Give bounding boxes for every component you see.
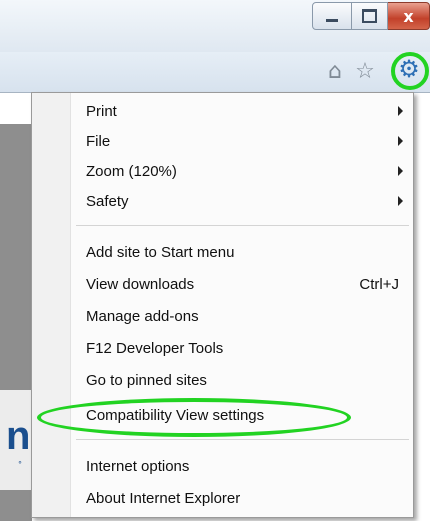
shortcut-label: Ctrl+J — [359, 275, 399, 293]
maximize-icon — [362, 9, 377, 23]
menu-icon-gutter — [32, 93, 71, 517]
menu-item-f12-developer-tools[interactable]: F12 Developer Tools — [72, 333, 413, 363]
menu-item-about-internet-explorer[interactable]: About Internet Explorer — [72, 483, 413, 513]
site-logo-tagline-fragment: ° — [18, 460, 22, 469]
menu-item-go-to-pinned-sites[interactable]: Go to pinned sites — [72, 365, 413, 395]
close-button[interactable]: x — [388, 2, 430, 30]
browser-toolbar: ⌂ ☆ ⚙ — [0, 52, 430, 93]
maximize-button[interactable] — [352, 2, 388, 30]
menu-item-file[interactable]: File — [72, 126, 413, 156]
site-logo-fragment: n — [6, 414, 31, 458]
menu-separator — [76, 439, 409, 440]
home-icon[interactable]: ⌂ — [322, 58, 348, 84]
minimize-button[interactable] — [312, 2, 352, 30]
menu-item-manage-add-ons[interactable]: Manage add-ons — [72, 301, 413, 331]
menu-item-internet-options[interactable]: Internet options — [72, 451, 413, 481]
tools-menu: Print File Zoom (120%) Safety Add site t… — [31, 92, 414, 518]
star-icon[interactable]: ☆ — [352, 58, 378, 84]
menu-item-zoom[interactable]: Zoom (120%) — [72, 156, 413, 186]
menu-separator — [76, 225, 409, 226]
minimize-icon — [326, 18, 338, 22]
gear-highlight-ring — [391, 52, 429, 90]
menu-item-print[interactable]: Print — [72, 96, 413, 126]
submenu-arrow-icon — [398, 136, 403, 146]
menu-item-safety[interactable]: Safety — [72, 186, 413, 216]
submenu-arrow-icon — [398, 196, 403, 206]
submenu-arrow-icon — [398, 166, 403, 176]
compatibility-view-highlight-ring — [37, 398, 351, 437]
submenu-arrow-icon — [398, 106, 403, 116]
menu-item-view-downloads[interactable]: View downloads Ctrl+J — [72, 269, 413, 299]
menu-item-add-site-to-start-menu[interactable]: Add site to Start menu — [72, 237, 413, 267]
title-bar: x — [0, 0, 430, 52]
close-icon: x — [403, 6, 414, 26]
